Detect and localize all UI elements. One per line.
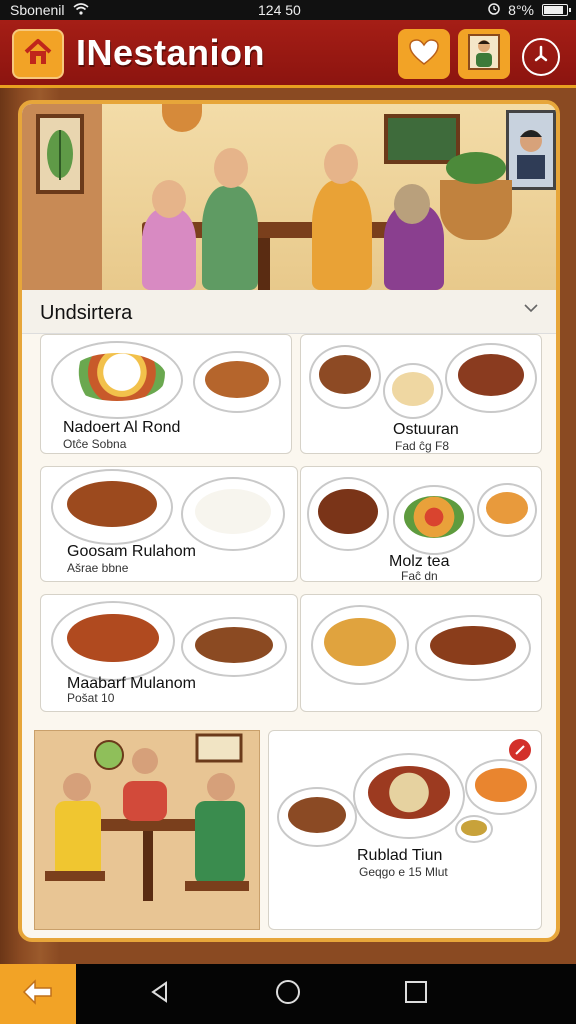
close-button[interactable] xyxy=(522,38,560,76)
grilled-meat-image xyxy=(445,343,537,413)
plantain-plate-image xyxy=(311,605,409,685)
category-title: Undsirtera xyxy=(40,302,133,324)
clock: 124 50 xyxy=(258,2,301,18)
menu-card[interactable]: Goosam Rulahom Ašrae bbne xyxy=(40,466,298,582)
alarm-icon xyxy=(488,2,500,18)
skewer-plate-image xyxy=(307,477,389,551)
fruit-basket xyxy=(440,152,512,240)
menu-card[interactable]: Maabarf Mulanom Pošat 10 xyxy=(40,594,298,712)
menu-card[interactable]: Ostuuran Fad ĉg F8 xyxy=(300,334,542,454)
side-dish-image xyxy=(477,483,537,537)
app-back-button[interactable] xyxy=(0,964,76,1024)
carrot-salad-image xyxy=(465,759,537,815)
battery-icon xyxy=(542,4,571,16)
app-title: INestanion xyxy=(76,32,266,73)
card-title: Rublad Tiun xyxy=(357,847,443,864)
home-icon xyxy=(23,38,53,71)
vegetable-stirfry-image xyxy=(393,485,475,555)
status-bar: Sbonenil 124 50 8°% xyxy=(0,0,576,20)
triangle-back-icon xyxy=(148,980,172,1009)
chalkboard-sign xyxy=(384,114,460,164)
card-subtitle: Faĉ dn xyxy=(401,569,438,582)
chicken-bowl-image xyxy=(309,345,381,409)
card-title: Ostuuran xyxy=(393,421,459,438)
system-nav-bar xyxy=(0,964,576,1024)
profile-button[interactable] xyxy=(458,29,510,79)
menu-card[interactable]: Molz tea Faĉ dn xyxy=(300,466,542,582)
curry-bowl-image xyxy=(193,351,281,413)
card-subtitle: Ašrae bbne xyxy=(67,561,129,575)
portrait-frame xyxy=(506,110,556,190)
circle-home-icon xyxy=(275,979,301,1010)
home-button[interactable] xyxy=(12,29,64,79)
nav-recents-button[interactable] xyxy=(400,978,432,1010)
hero-dining-illustration xyxy=(22,104,556,290)
noodle-bowl-image xyxy=(383,363,443,419)
badge-icon xyxy=(509,739,531,761)
card-subtitle: Geqgo e 15 Mlut xyxy=(359,865,448,879)
diners-illustration xyxy=(34,730,260,930)
rice-platter-image xyxy=(51,341,183,419)
square-recents-icon xyxy=(404,980,428,1009)
braised-meat-image xyxy=(51,469,173,545)
main-panel: Undsirtera Nadoert Al Rond Otĉe Sobna Os… xyxy=(18,100,560,942)
nav-back-button[interactable] xyxy=(144,978,176,1010)
dip-bowl-image xyxy=(455,815,493,843)
menu-card[interactable] xyxy=(300,594,542,712)
sausage-plate-image xyxy=(277,787,357,847)
carrier-label: Sbonenil xyxy=(10,2,65,18)
noodle-soup-image xyxy=(51,601,175,681)
battery-percent: 8°% xyxy=(508,2,534,18)
rice-bowl-image xyxy=(181,477,285,551)
app-bar: INestanion xyxy=(0,20,576,88)
favorites-button[interactable] xyxy=(398,29,450,79)
wifi-icon xyxy=(72,2,89,18)
leaf-painting xyxy=(36,114,84,194)
card-subtitle: Pošat 10 xyxy=(67,691,115,705)
close-icon xyxy=(531,45,551,70)
heart-icon xyxy=(408,38,440,71)
menu-card[interactable]: Rublad Tiun Geqgo e 15 Mlut xyxy=(268,730,542,930)
chevron-down-icon[interactable] xyxy=(524,300,538,318)
nav-home-button[interactable] xyxy=(272,978,304,1010)
card-subtitle: Fad ĉg F8 xyxy=(395,439,450,453)
profile-icon xyxy=(467,33,501,76)
noodle-platter-image xyxy=(353,753,465,839)
roast-plate-image xyxy=(181,617,287,677)
card-title: Goosam Rulahom xyxy=(67,543,196,560)
menu-card[interactable]: Nadoert Al Rond Otĉe Sobna xyxy=(40,334,292,454)
category-header[interactable]: Undsirtera xyxy=(22,290,556,334)
stew-tureen-image xyxy=(415,615,531,681)
card-title: Nadoert Al Rond xyxy=(63,419,181,436)
card-subtitle: Otĉe Sobna xyxy=(63,437,127,451)
ceiling-lamp xyxy=(162,104,202,132)
back-arrow-icon xyxy=(21,978,55,1011)
